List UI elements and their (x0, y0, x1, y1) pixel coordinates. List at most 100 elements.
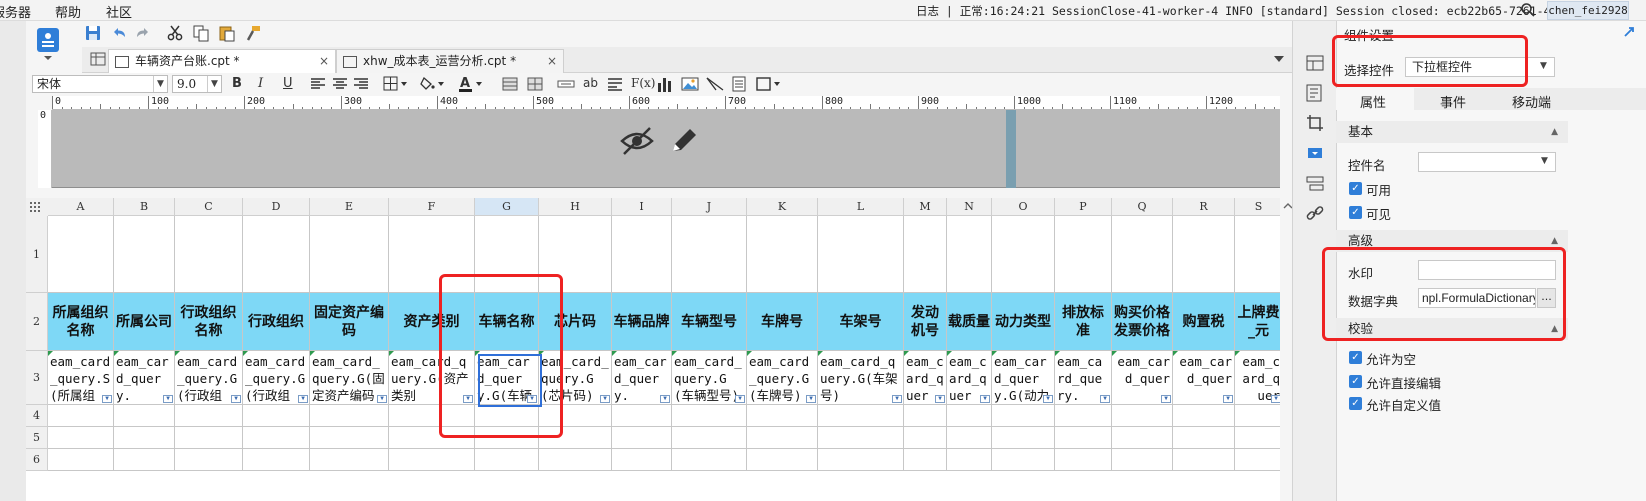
grid-cell[interactable] (48, 216, 114, 293)
grid-cell[interactable] (1112, 405, 1173, 427)
formula-button[interactable]: F(x) (631, 76, 655, 90)
grid-cell[interactable] (672, 405, 747, 427)
grid-cell[interactable] (672, 449, 747, 471)
menu-help[interactable]: 帮助 (55, 2, 81, 21)
save-icon[interactable] (84, 24, 102, 45)
grid-cell[interactable] (1055, 216, 1112, 293)
dropdown-widget-icon[interactable]: ▼ (163, 395, 173, 403)
grid-cell[interactable] (904, 405, 947, 427)
header-cell-a[interactable]: 所属组织名称 (48, 293, 114, 351)
header-cell-m[interactable]: 发动机号 (904, 293, 947, 351)
grid-cell[interactable] (747, 216, 818, 293)
grid-cell[interactable] (175, 427, 243, 449)
grid-cell[interactable] (1173, 216, 1235, 293)
grid-cell[interactable] (1235, 405, 1280, 427)
tab-events[interactable]: 事件 (1440, 92, 1466, 111)
grid-cell[interactable] (947, 216, 992, 293)
header-cell-n[interactable]: 载质量 (947, 293, 992, 351)
dropdown-widget-icon[interactable]: ▼ (102, 395, 112, 403)
text-wrap-icon[interactable] (607, 76, 623, 95)
grid-cell[interactable] (310, 216, 389, 293)
header-cell-q[interactable]: 购买价格发票价格 (1112, 293, 1173, 351)
cut-icon[interactable] (166, 24, 184, 45)
dropdown-widget-icon[interactable]: ▼ (231, 395, 241, 403)
dropdown-widget-icon[interactable]: ▼ (660, 395, 670, 403)
data-cell-c[interactable]: eam_card_query.G(行政组 ▼ (175, 351, 243, 405)
grid-cell[interactable] (747, 449, 818, 471)
data-cell-e[interactable]: eam_card_query.G(固定资产编码 ▼ (310, 351, 389, 405)
column-header-j[interactable]: J (672, 198, 747, 216)
tab-properties[interactable]: 属性 (1360, 92, 1386, 111)
grid-cell[interactable] (612, 427, 672, 449)
header-cell-p[interactable]: 排放标准 (1055, 293, 1112, 351)
paste-icon[interactable] (218, 24, 236, 45)
user-account[interactable]: chen_fei2928 (1547, 1, 1629, 20)
grid-cell[interactable] (310, 449, 389, 471)
row-header-6[interactable]: 6 (26, 449, 48, 471)
grid-cell[interactable] (992, 449, 1055, 471)
dropdown-widget-icon[interactable]: ▼ (980, 395, 990, 403)
header-cell-i[interactable]: 车辆品牌 (612, 293, 672, 351)
dropdown-widget-icon[interactable]: ▼ (735, 395, 745, 403)
fill-color-icon[interactable] (420, 76, 446, 95)
underline-button[interactable]: U (283, 76, 293, 91)
dropdown-widget-icon[interactable]: ▼ (1271, 395, 1280, 403)
column-header-s[interactable]: S (1235, 198, 1280, 216)
eye-hidden-icon[interactable] (620, 126, 654, 159)
data-cell-q[interactable]: eam_card_quer ▼ (1112, 351, 1173, 405)
widget-settings-icon[interactable] (1306, 144, 1324, 162)
header-cell-c[interactable]: 行政组织名称 (175, 293, 243, 351)
crop-icon[interactable] (1306, 114, 1324, 132)
font-size-select[interactable]: 9.0 ▼ (172, 75, 222, 93)
data-cell-d[interactable]: eam_card_query.G(行政组 ▼ (243, 351, 310, 405)
grid-cell[interactable] (310, 405, 389, 427)
data-cell-a[interactable]: eam_card_query.S(所属组 ▼ (48, 351, 114, 405)
widget-name-input[interactable] (1418, 152, 1556, 172)
pencil-icon[interactable] (668, 126, 700, 159)
border-icon[interactable] (383, 76, 409, 95)
grid-cell[interactable] (992, 216, 1055, 293)
status-log-text[interactable]: 日志 | 正常:16:24:21 SessionClose-41-worker-… (916, 3, 1599, 19)
dropdown-widget-icon[interactable]: ▼ (806, 395, 816, 403)
column-header-l[interactable]: L (818, 198, 904, 216)
header-cell-r[interactable]: 购置税 (1173, 293, 1235, 351)
grid-cell[interactable] (992, 405, 1055, 427)
grid-cell[interactable] (612, 405, 672, 427)
pin-icon[interactable] (1622, 25, 1636, 42)
unmerge-cells-icon[interactable] (527, 76, 543, 95)
tab-cost-analysis[interactable]: xhw_成本表_运营分析.cpt * × (336, 49, 564, 73)
grid-cell[interactable] (48, 405, 114, 427)
grid-cell[interactable] (818, 449, 904, 471)
column-header-p[interactable]: P (1055, 198, 1112, 216)
condition-icon[interactable] (1306, 174, 1324, 192)
chevron-down-icon[interactable]: ▼ (1540, 61, 1547, 71)
grid-cell[interactable] (310, 427, 389, 449)
data-cell-i[interactable]: eam_card_query. ▼ (612, 351, 672, 405)
dropdown-widget-icon[interactable]: ▼ (600, 395, 610, 403)
format-painter-icon[interactable] (244, 24, 262, 45)
data-cell-j[interactable]: eam_card_query.G(车辆型号) ▼ (672, 351, 747, 405)
grid-cell[interactable] (818, 216, 904, 293)
grid-cell[interactable] (175, 449, 243, 471)
grid-cell[interactable] (243, 216, 310, 293)
grid-cell[interactable] (947, 405, 992, 427)
tab-vehicle-asset-ledger[interactable]: 车辆资产台账.cpt * × (108, 49, 336, 73)
grid-cell[interactable] (612, 449, 672, 471)
grid-cell[interactable] (1112, 427, 1173, 449)
data-cell-p[interactable]: eam_card_query. ▼ (1055, 351, 1112, 405)
data-cell-o[interactable]: eam_card_query.G(动力类▼ (992, 351, 1055, 405)
undo-icon[interactable] (110, 24, 128, 45)
close-icon[interactable]: × (547, 50, 557, 72)
dropdown-widget-icon[interactable]: ▼ (377, 395, 387, 403)
grid-cell[interactable] (1112, 449, 1173, 471)
font-color-icon[interactable]: A (458, 75, 484, 96)
link-icon[interactable] (1306, 204, 1324, 222)
dropdown-widget-icon[interactable]: ▼ (1100, 395, 1110, 403)
row-header-5[interactable]: 5 (26, 427, 48, 449)
column-header-a[interactable]: A (48, 198, 114, 216)
grid-cell[interactable] (114, 216, 175, 293)
header-cell-l[interactable]: 车架号 (818, 293, 904, 351)
grid-cell[interactable] (612, 216, 672, 293)
allow-direct-edit-checkbox[interactable]: ✓ (1349, 375, 1362, 388)
sub-report-icon[interactable] (731, 76, 747, 95)
